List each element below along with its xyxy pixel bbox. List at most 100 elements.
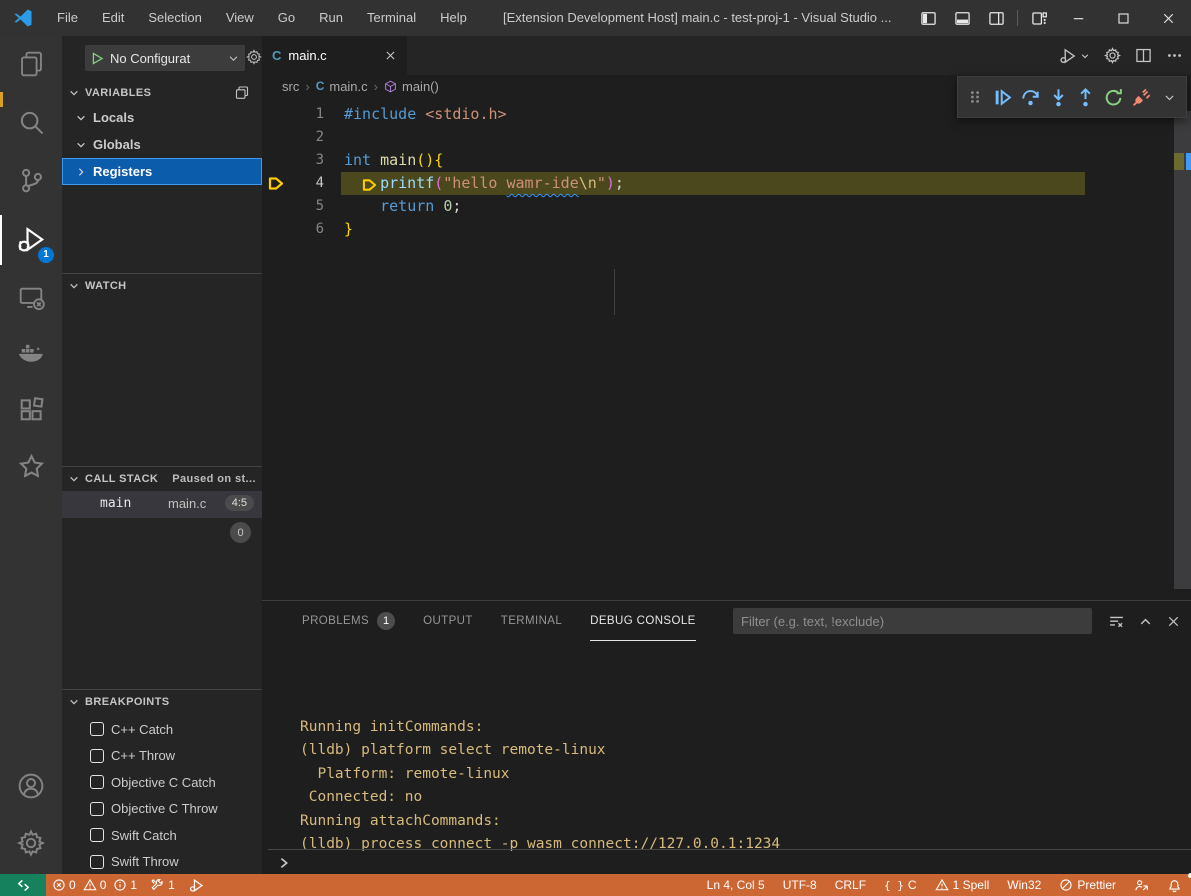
menu-item[interactable]: Go: [266, 0, 307, 36]
account-icon[interactable]: [0, 762, 62, 810]
glyph-margin[interactable]: [262, 149, 292, 172]
code-editor[interactable]: 1 #include <stdio.h> 2 3 int main(){ 4 p…: [262, 97, 1174, 241]
clear-filter-icon[interactable]: [1108, 613, 1125, 630]
variables-section-header[interactable]: VARIABLES: [62, 82, 262, 104]
menu-item[interactable]: File: [45, 0, 90, 36]
panel-tab[interactable]: OUTPUT: [423, 601, 473, 641]
cursor-position[interactable]: Ln 4, Col 5: [698, 874, 774, 896]
extensions-icon[interactable]: [0, 386, 62, 434]
star-icon[interactable]: [0, 442, 62, 490]
breakpoint-checkbox[interactable]: [90, 722, 104, 736]
toggle-sidebar-button[interactable]: [911, 0, 945, 36]
maximize-panel-icon[interactable]: [1138, 614, 1153, 629]
more-actions-icon[interactable]: [1166, 47, 1183, 64]
panel-tab[interactable]: DEBUG CONSOLE: [590, 601, 696, 641]
breakpoint-row[interactable]: Swift Throw: [62, 849, 262, 876]
breakpoint-row[interactable]: Objective C Catch: [62, 769, 262, 796]
breadcrumb-folder[interactable]: src: [282, 79, 299, 94]
close-window-button[interactable]: [1146, 0, 1191, 36]
panel-tab[interactable]: PROBLEMS 1: [302, 601, 395, 641]
step-out-button[interactable]: [1075, 82, 1097, 112]
menu-item[interactable]: Terminal: [355, 0, 428, 36]
breakpoint-checkbox[interactable]: [90, 749, 104, 763]
breakpoint-checkbox[interactable]: [90, 828, 104, 842]
problems-status[interactable]: 0 0 1: [46, 878, 143, 892]
glyph-margin[interactable]: [262, 218, 292, 241]
variables-tree-item[interactable]: Registers: [62, 158, 262, 185]
run-and-debug-icon[interactable]: 1: [0, 215, 62, 263]
source-control-icon[interactable]: [0, 156, 62, 204]
language-mode[interactable]: { }C: [875, 874, 926, 896]
code-line[interactable]: 2: [262, 126, 1174, 149]
toggle-secondary-sidebar-button[interactable]: [979, 0, 1013, 36]
variables-tree-item[interactable]: Globals: [62, 131, 262, 158]
watch-section-header[interactable]: WATCH: [62, 273, 262, 297]
spell-checker-status[interactable]: 1 Spell: [926, 874, 999, 896]
overview-ruler[interactable]: [1174, 111, 1191, 589]
feedback-icon[interactable]: [1125, 874, 1158, 896]
breadcrumb-symbol[interactable]: main(): [402, 79, 439, 94]
customize-layout-button[interactable]: [1022, 0, 1056, 36]
debug-settings-gear-icon[interactable]: [246, 49, 262, 65]
breakpoint-checkbox[interactable]: [90, 802, 104, 816]
breadcrumb-file[interactable]: main.c: [329, 79, 367, 94]
step-over-button[interactable]: [1020, 82, 1042, 112]
menu-item[interactable]: View: [214, 0, 266, 36]
breakpoints-section-header[interactable]: BREAKPOINTS: [62, 689, 262, 713]
settings-gear-icon[interactable]: [0, 819, 62, 867]
maximize-button[interactable]: [1101, 0, 1146, 36]
continue-button[interactable]: [992, 82, 1014, 112]
glyph-margin[interactable]: [262, 195, 292, 218]
code-line[interactable]: 4 printf("hello wamr-ide\n");: [262, 172, 1174, 195]
close-panel-icon[interactable]: [1166, 614, 1181, 629]
copy-icon[interactable]: [234, 85, 250, 101]
debug-status-icon[interactable]: [182, 874, 211, 896]
variables-tree-item[interactable]: Locals: [62, 104, 262, 131]
code-line[interactable]: 3 int main(){: [262, 149, 1174, 172]
notifications-bell-icon[interactable]: [1158, 874, 1191, 896]
tab-main-c[interactable]: C main.c: [262, 36, 407, 75]
panel-tab[interactable]: TERMINAL: [501, 601, 562, 641]
glyph-margin[interactable]: [262, 172, 292, 195]
start-debug-icon[interactable]: [91, 52, 104, 65]
disconnect-button[interactable]: [1131, 82, 1153, 112]
chevron-down-icon[interactable]: [1158, 82, 1180, 112]
stack-frame-row[interactable]: main main.c 4:5: [62, 491, 262, 518]
debug-console-input[interactable]: [268, 849, 1191, 875]
platform-target[interactable]: Win32: [998, 874, 1050, 896]
breakpoint-row[interactable]: C++ Catch: [62, 716, 262, 743]
remote-indicator[interactable]: [0, 874, 46, 896]
formatter-status[interactable]: Prettier: [1050, 874, 1125, 896]
editor-settings-gear-icon[interactable]: [1104, 47, 1121, 64]
call-stack-section-header[interactable]: CALL STACK Paused on st...: [62, 466, 262, 490]
explorer-icon[interactable]: [0, 39, 62, 87]
menu-item[interactable]: Run: [307, 0, 355, 36]
menu-item[interactable]: Help: [428, 0, 479, 36]
restart-button[interactable]: [1103, 82, 1125, 112]
code-line[interactable]: 5 return 0;: [262, 195, 1174, 218]
menu-item[interactable]: Edit: [90, 0, 136, 36]
console-filter-input[interactable]: [733, 608, 1092, 634]
docker-icon[interactable]: [0, 328, 62, 376]
breakpoint-row[interactable]: Swift Catch: [62, 822, 262, 849]
glyph-margin[interactable]: [262, 126, 292, 149]
step-into-button[interactable]: [1047, 82, 1069, 112]
run-or-debug-button[interactable]: [1059, 47, 1090, 65]
toggle-panel-button[interactable]: [945, 0, 979, 36]
code-line[interactable]: 6 }: [262, 218, 1174, 241]
breakpoint-row[interactable]: Objective C Throw: [62, 796, 262, 823]
close-tab-icon[interactable]: [384, 49, 397, 62]
glyph-margin[interactable]: [262, 103, 292, 126]
search-icon[interactable]: [0, 98, 62, 146]
minimize-button[interactable]: [1056, 0, 1101, 36]
toolbar-drag-handle[interactable]: [964, 82, 986, 112]
breakpoint-row[interactable]: C++ Throw: [62, 743, 262, 770]
encoding[interactable]: UTF-8: [774, 874, 826, 896]
breakpoint-checkbox[interactable]: [90, 855, 104, 869]
breakpoint-checkbox[interactable]: [90, 775, 104, 789]
debug-config-dropdown[interactable]: No Configurat: [85, 45, 245, 71]
split-editor-icon[interactable]: [1135, 47, 1152, 64]
remote-explorer-icon[interactable]: [0, 273, 62, 321]
eol-sequence[interactable]: CRLF: [826, 874, 875, 896]
tools-status[interactable]: 1: [143, 874, 182, 896]
